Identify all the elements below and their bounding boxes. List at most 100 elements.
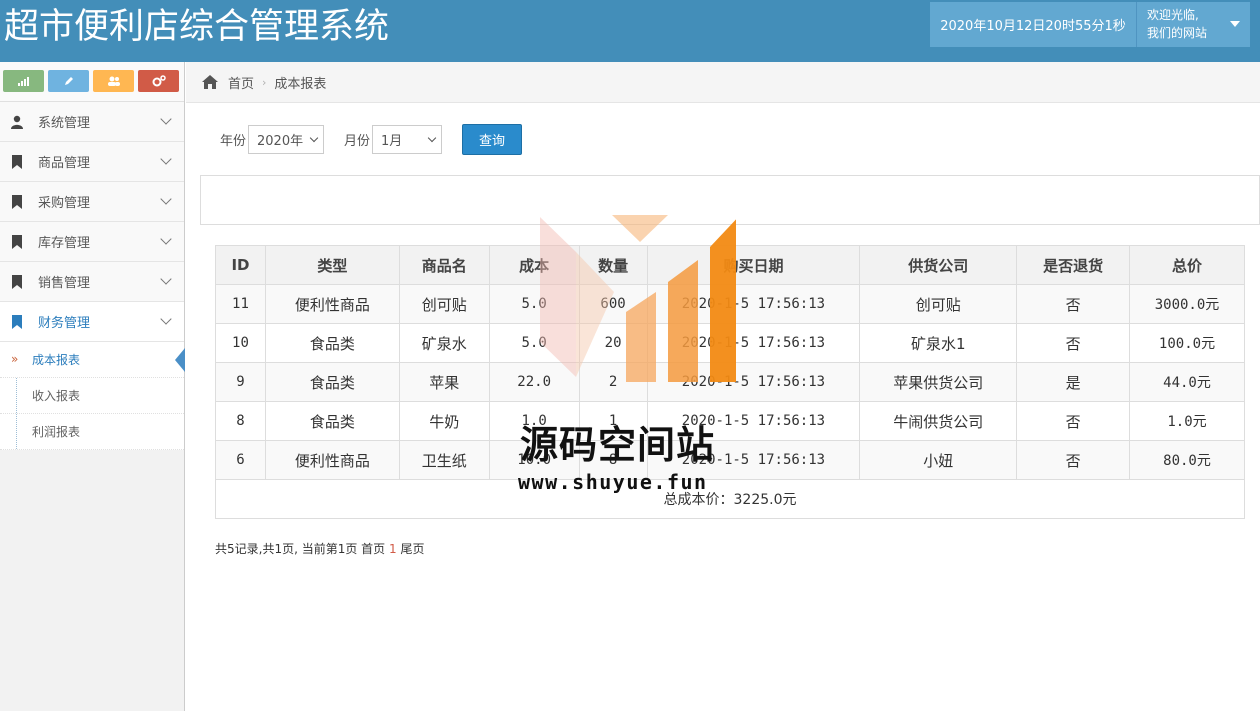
breadcrumb-current: 成本报表 (274, 76, 327, 92)
sidebar-item-sales[interactable]: 销售管理 (0, 262, 184, 302)
chevron-down-icon (160, 233, 172, 245)
pagination-last[interactable]: 尾页 (400, 542, 424, 556)
cell-cost: 5.0 (488, 284, 580, 324)
tree-line (16, 378, 17, 413)
bookmark-icon (10, 234, 24, 249)
cell-supplier: 苹果供货公司 (859, 362, 1018, 402)
pagination: 共5记录,共1页, 当前第1页 首页 1 尾页 (215, 540, 424, 557)
sidebar: 系统管理 商品管理 采购管理 库存管理 销售管理 财务管理 » 成本报表 收入报… (0, 62, 185, 711)
chevron-down-icon (160, 273, 172, 285)
cell-product: 牛奶 (398, 401, 490, 441)
cell-id: 6 (215, 440, 266, 480)
cell-date: 2020-1-5 17:56:13 (646, 284, 861, 324)
cell-type: 食品类 (264, 401, 400, 441)
cell-type: 食品类 (264, 362, 400, 402)
month-select[interactable]: 1月 (372, 124, 443, 154)
cell-total: 3000.0元 (1129, 284, 1245, 324)
cell-date: 2020-1-5 17:56:13 (646, 401, 861, 441)
sidebar-shortcuts (0, 62, 184, 102)
cell-supplier: 创可贴 (859, 284, 1018, 324)
column-header: 总价 (1129, 245, 1245, 285)
home-icon[interactable] (202, 75, 218, 89)
double-angle-right-icon: » (11, 352, 19, 366)
cell-returned: 是 (1016, 362, 1131, 402)
cell-total: 100.0元 (1129, 323, 1245, 363)
column-header: ID (215, 245, 266, 285)
breadcrumb-home[interactable]: 首页 (228, 73, 254, 92)
cell-product: 苹果 (398, 362, 490, 402)
year-select-value: 2020年 (257, 133, 304, 149)
signal-icon[interactable] (3, 70, 44, 92)
column-header: 购买日期 (646, 245, 861, 285)
table-header-row: ID 类型 商品名 成本 数量 购买日期 供货公司 是否退货 总价 (215, 245, 1245, 285)
year-label: 年份 (220, 133, 247, 149)
cell-id: 8 (215, 401, 266, 441)
cell-supplier: 牛闹供货公司 (859, 401, 1018, 441)
cell-total: 44.0元 (1129, 362, 1245, 402)
cell-quantity: 1 (578, 401, 648, 441)
cell-quantity: 8 (578, 440, 648, 480)
query-button[interactable]: 查询 (462, 123, 523, 155)
chevron-down-icon (160, 113, 172, 125)
cell-cost: 10.0 (488, 440, 580, 480)
tree-line (16, 414, 17, 449)
user-icon (10, 115, 24, 129)
user-menu-toggle[interactable]: 欢迎光临, 我们的网站 (1137, 2, 1250, 47)
pencil-icon[interactable] (48, 70, 89, 92)
sidebar-subitem-label: 收入报表 (32, 389, 81, 403)
column-header: 类型 (264, 245, 400, 285)
cell-id: 9 (215, 362, 266, 402)
sidebar-item-label: 库存管理 (38, 236, 91, 251)
cell-returned: 否 (1016, 401, 1131, 441)
sidebar-item-label: 商品管理 (38, 156, 91, 171)
breadcrumb-separator-icon: › (262, 75, 267, 89)
app-title: 超市便利店综合管理系统 (4, 7, 390, 47)
sidebar-item-label: 销售管理 (38, 276, 91, 291)
chevron-down-icon (160, 313, 172, 325)
cell-cost: 5.0 (488, 323, 580, 363)
cell-total: 80.0元 (1129, 440, 1245, 480)
cell-date: 2020-1-5 17:56:13 (646, 362, 861, 402)
sidebar-item-finance[interactable]: 财务管理 (0, 302, 184, 342)
cell-type: 食品类 (264, 323, 400, 363)
column-header: 是否退货 (1016, 245, 1131, 285)
sidebar-item-inventory[interactable]: 库存管理 (0, 222, 184, 262)
active-indicator (175, 348, 185, 372)
cell-product: 卫生纸 (398, 440, 490, 480)
datetime-display: 2020年10月12日20时55分1秒 (930, 2, 1137, 47)
cell-returned: 否 (1016, 284, 1131, 324)
cell-id: 10 (215, 323, 266, 363)
sidebar-subitem-profit-report[interactable]: 利润报表 (0, 414, 184, 450)
sidebar-item-label: 系统管理 (38, 116, 91, 131)
sidebar-subitem-cost-report[interactable]: » 成本报表 (0, 342, 185, 378)
cell-product: 矿泉水 (398, 323, 490, 363)
pagination-current-page[interactable]: 1 (389, 542, 397, 556)
sidebar-item-purchase[interactable]: 采购管理 (0, 182, 184, 222)
sidebar-subitem-income-report[interactable]: 收入报表 (0, 378, 184, 414)
top-header: 超市便利店综合管理系统 2020年10月12日20时55分1秒 欢迎光临, 我们… (0, 0, 1260, 62)
column-header: 成本 (488, 245, 580, 285)
bookmark-icon (10, 194, 24, 209)
users-icon[interactable] (93, 70, 134, 92)
sidebar-item-label: 财务管理 (38, 316, 91, 331)
column-header: 商品名 (398, 245, 490, 285)
cell-date: 2020-1-5 17:56:13 (646, 323, 861, 363)
cogs-icon[interactable] (138, 70, 179, 92)
column-header: 数量 (578, 245, 648, 285)
cell-cost: 1.0 (488, 401, 580, 441)
month-label: 月份 (344, 133, 371, 149)
sidebar-subitem-label: 成本报表 (32, 353, 81, 367)
empty-panel (200, 175, 1260, 225)
year-select[interactable]: 2020年 (248, 124, 325, 154)
bookmark-icon (10, 274, 24, 289)
cell-date: 2020-1-5 17:56:13 (646, 440, 861, 480)
sidebar-item-system[interactable]: 系统管理 (0, 102, 184, 142)
cell-quantity: 20 (578, 323, 648, 363)
sidebar-item-goods[interactable]: 商品管理 (0, 142, 184, 182)
cell-returned: 否 (1016, 323, 1131, 363)
total-cost: 总成本价：3225.0元 (215, 479, 1245, 519)
cell-product: 创可贴 (398, 284, 490, 324)
chevron-down-icon (160, 193, 172, 205)
bookmark-icon (10, 154, 24, 169)
bookmark-icon (10, 314, 24, 329)
